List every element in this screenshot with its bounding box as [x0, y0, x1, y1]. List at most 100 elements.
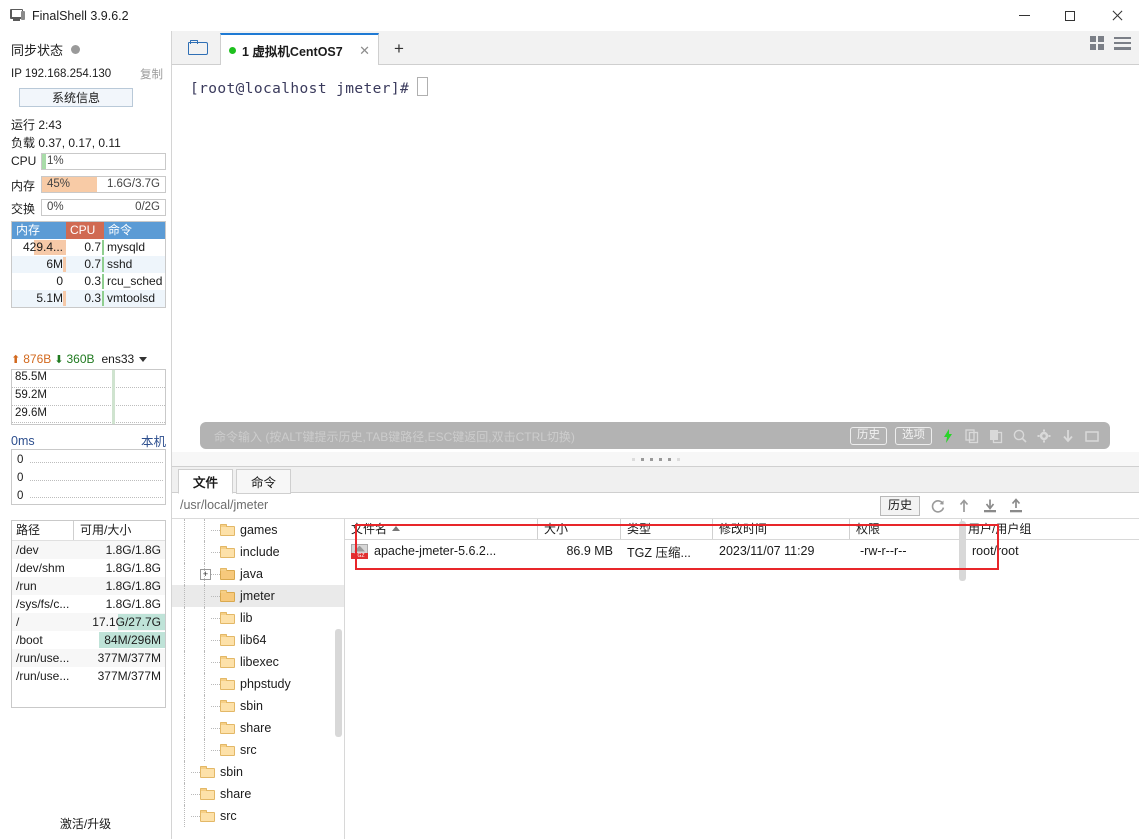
table-row[interactable]: /boot 84M/296M	[12, 631, 165, 649]
lightning-icon[interactable]	[940, 428, 956, 444]
command-options-button[interactable]: 选项	[895, 426, 932, 445]
tree-item-lib[interactable]: lib	[172, 607, 344, 629]
search-icon[interactable]	[1012, 428, 1028, 444]
column-header-size[interactable]: 大小	[538, 519, 621, 539]
expand-node-icon[interactable]: +	[200, 568, 211, 580]
column-header-filename[interactable]: 文件名	[345, 519, 538, 539]
maximize-button[interactable]	[1047, 0, 1093, 31]
column-header-permissions[interactable]: 权限	[850, 519, 962, 539]
network-interface-name[interactable]: ens33	[102, 352, 135, 366]
terminal-output[interactable]: [root@localhost jmeter]#	[172, 65, 1139, 416]
tree-guide-line	[184, 717, 185, 739]
column-header-type[interactable]: 类型	[621, 519, 713, 539]
sort-ascending-icon	[392, 526, 401, 531]
download-icon[interactable]	[982, 498, 998, 514]
tree-item-lib64[interactable]: lib64	[172, 629, 344, 651]
disk-path: /run/use...	[16, 651, 70, 665]
disk-header-size[interactable]: 可用/大小	[74, 521, 165, 540]
disk-header-path[interactable]: 路径	[12, 521, 74, 540]
table-row[interactable]: 5.1M 0.3 vmtoolsd	[12, 290, 165, 307]
parent-dir-icon[interactable]	[956, 498, 972, 514]
table-row[interactable]: /run 1.8G/1.8G	[12, 577, 165, 595]
tree-item-phpstudy[interactable]: phpstudy	[172, 673, 344, 695]
column-header-modified[interactable]: 修改时间	[713, 519, 850, 539]
refresh-icon[interactable]	[930, 498, 946, 514]
file-list-header: 文件名 大小 类型 修改时间 权限 用户/用户组	[345, 519, 1139, 540]
table-row[interactable]: 6M 0.7 sshd	[12, 256, 165, 273]
paste-icon[interactable]	[988, 428, 1004, 444]
grid-view-icon[interactable]	[1090, 36, 1105, 50]
command-input-bar[interactable]: 命令输入 (按ALT键提示历史,TAB键路径,ESC键返回,双击CTRL切换) …	[200, 422, 1110, 449]
tree-item-java[interactable]: + java	[172, 563, 344, 585]
file-history-button[interactable]: 历史	[879, 496, 920, 516]
tab-centos7[interactable]: 1 虚拟机CentOS7 ✕	[220, 33, 379, 65]
tree-item-share[interactable]: share	[172, 783, 344, 805]
tree-item-label: sbin	[220, 765, 243, 779]
file-panel-tabs: 文件 命令	[172, 467, 1139, 494]
tree-item-sbin[interactable]: sbin	[172, 761, 344, 783]
current-path[interactable]: /usr/local/jmeter	[180, 498, 268, 512]
copy-icon[interactable]	[964, 428, 980, 444]
tree-item-src[interactable]: src	[172, 739, 344, 761]
tree-item-sbin[interactable]: sbin	[172, 695, 344, 717]
panel-splitter[interactable]	[172, 452, 1139, 466]
process-header-cpu[interactable]: CPU	[66, 222, 104, 239]
disk-size: 1.8G/1.8G	[105, 579, 161, 593]
tab-commands[interactable]: 命令	[236, 469, 292, 494]
process-cpu-cell: 0.3	[66, 290, 104, 307]
file-permissions-cell: -rw-r--r--	[860, 544, 907, 558]
tree-item-share[interactable]: share	[172, 717, 344, 739]
tree-item-libexec[interactable]: libexec	[172, 651, 344, 673]
chevron-down-icon[interactable]	[139, 356, 148, 362]
list-menu-icon[interactable]	[1114, 36, 1131, 50]
tree-item-label: share	[240, 721, 272, 735]
table-row[interactable]: /dev/shm 1.8G/1.8G	[12, 559, 165, 577]
terminal-cursor	[417, 77, 429, 96]
activate-upgrade-button[interactable]: 激活/升级	[0, 806, 171, 839]
tree-item-jmeter[interactable]: jmeter	[172, 585, 344, 607]
table-row[interactable]: 429.4... 0.7 mysqld	[12, 239, 165, 256]
table-row[interactable]: /sys/fs/c... 1.8G/1.8G	[12, 595, 165, 613]
table-row[interactable]: TGZ apache-jmeter-5.6.2... 86.9 MB TGZ 压…	[345, 540, 1139, 562]
maximize-icon	[1065, 10, 1075, 21]
tree-item-games[interactable]: games	[172, 519, 344, 541]
tree-guide-line	[184, 629, 185, 651]
tab-files[interactable]: 文件	[178, 469, 234, 494]
latency-target[interactable]: 本机	[141, 431, 166, 450]
close-button[interactable]	[1093, 0, 1139, 31]
gear-icon[interactable]	[1036, 428, 1052, 444]
file-list[interactable]: 文件名 大小 类型 修改时间 权限 用户/用户组 TGZ apache-jmet…	[345, 519, 1139, 839]
network-header: ⬆ 876B ⬇ 360B ens33	[11, 351, 166, 367]
column-header-owner[interactable]: 用户/用户组	[962, 519, 1082, 539]
upload-icon[interactable]	[1008, 498, 1024, 514]
table-row[interactable]: 0 0.3 rcu_sched	[12, 273, 165, 290]
table-row[interactable]: /run/use... 377M/377M	[12, 649, 165, 667]
copy-ip-button[interactable]: 复制	[140, 66, 163, 82]
open-folder-button[interactable]	[182, 35, 216, 61]
process-header-command[interactable]: 命令	[104, 222, 165, 239]
window-icon[interactable]	[1084, 428, 1100, 444]
download-icon[interactable]	[1060, 428, 1076, 444]
command-history-button[interactable]: 历史	[850, 426, 887, 445]
tree-item-include[interactable]: include	[172, 541, 344, 563]
memory-meter-label: 内存	[11, 179, 36, 193]
system-info-button[interactable]: 系统信息	[19, 88, 133, 107]
tree-item-label: src	[220, 809, 237, 823]
tab-bar: 1 虚拟机CentOS7 ✕ +	[172, 31, 1139, 65]
tree-item-src[interactable]: src	[172, 805, 344, 827]
process-header-memory[interactable]: 内存	[12, 222, 66, 239]
tree-item-label: libexec	[240, 655, 279, 669]
table-row[interactable]: /run/use... 377M/377M	[12, 667, 165, 685]
memory-meter-row: 内存 45% 1.6G/3.7G	[11, 176, 166, 193]
table-row[interactable]: / 17.1G/27.7G	[12, 613, 165, 631]
file-list-scrollbar[interactable]	[959, 521, 966, 581]
tree-connector	[211, 551, 220, 553]
minimize-button[interactable]	[1001, 0, 1047, 31]
add-tab-button[interactable]: +	[387, 37, 411, 61]
table-row[interactable]: /dev 1.8G/1.8G	[12, 541, 165, 559]
tab-close-icon[interactable]: ✕	[359, 44, 370, 57]
tree-item-label: lib	[240, 611, 253, 625]
tree-scrollbar[interactable]	[335, 629, 342, 737]
directory-tree[interactable]: games include + java jmeter lib lib64 libexec ph…	[172, 519, 345, 839]
process-cpu-cell: 0.7	[66, 239, 104, 256]
